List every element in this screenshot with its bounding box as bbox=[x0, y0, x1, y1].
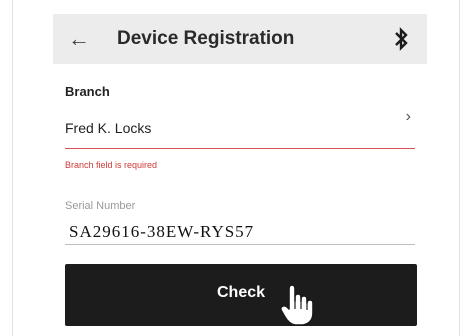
branch-select[interactable]: Fred K. Locks › bbox=[65, 108, 415, 149]
back-arrow-icon[interactable]: ← bbox=[65, 25, 93, 53]
hand-pointer-icon bbox=[279, 284, 314, 326]
device-registration-screen: ← Device Registration Branch Fred K. Loc… bbox=[53, 0, 427, 336]
check-button[interactable]: Check bbox=[65, 264, 417, 326]
app-bar: ← Device Registration bbox=[53, 14, 427, 64]
serial-number-input[interactable]: SA29616-38EW-RYS57 bbox=[65, 220, 415, 245]
bluetooth-icon[interactable] bbox=[389, 26, 413, 52]
check-button-label: Check bbox=[216, 284, 266, 301]
branch-label: Branch bbox=[65, 84, 110, 99]
chevron-right-icon: › bbox=[405, 108, 411, 125]
branch-value: Fred K. Locks bbox=[65, 120, 152, 136]
serial-number-value: SA29616-38EW-RYS57 bbox=[69, 222, 255, 241]
serial-number-label: Serial Number bbox=[65, 200, 136, 212]
branch-error-message: Branch field is required bbox=[65, 160, 158, 170]
page-title: Device Registration bbox=[117, 28, 295, 49]
